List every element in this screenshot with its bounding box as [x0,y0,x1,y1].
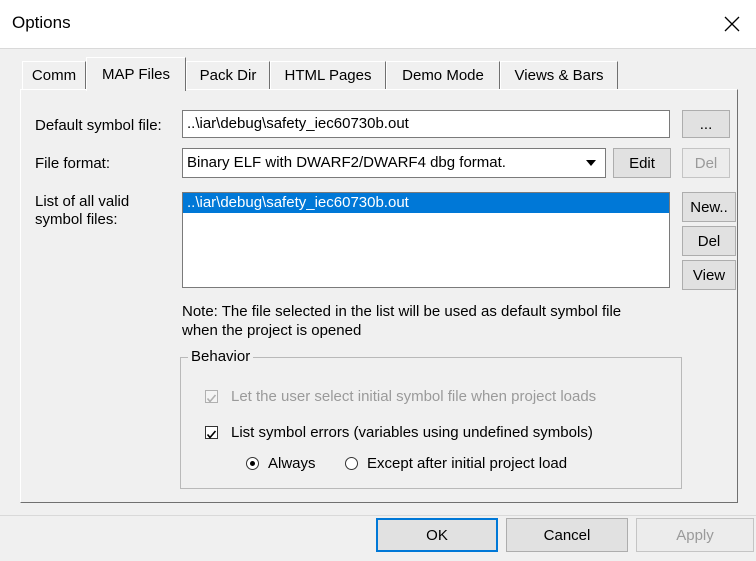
except-after-label: Except after initial project load [367,455,568,472]
file-format-dropdown[interactable] [580,150,602,176]
ok-button[interactable]: OK [376,518,498,552]
file-format-value: Binary ELF with DWARF2/DWARF4 dbg format… [187,154,506,171]
symbol-list-label-line1: List of all valid [35,193,130,210]
always-label: Always [268,455,316,472]
checkmark-icon [206,430,217,439]
view-symbol-button[interactable]: View [682,260,736,290]
symbol-list-label-line2: symbol files: [35,211,118,228]
chevron-down-icon [586,160,596,166]
list-errors-label: List symbol errors (variables using unde… [231,424,593,441]
close-button[interactable] [712,6,752,42]
behavior-group-title: Behavior [188,348,254,365]
except-after-radio[interactable] [345,457,358,470]
window-title: Options [12,13,71,32]
tab-demo-mode[interactable]: Demo Mode [386,61,500,89]
footer-divider [0,515,756,516]
default-symbol-input[interactable]: ..\iar\debug\safety_iec60730b.out [182,110,670,138]
symbol-file-item[interactable]: ..\iar\debug\safety_iec60730b.out [183,193,669,213]
default-symbol-label: Default symbol file: [35,117,162,134]
edit-format-button[interactable]: Edit [613,148,671,178]
note-line2: when the project is opened [182,322,362,339]
symbol-files-list[interactable]: ..\iar\debug\safety_iec60730b.out [182,192,670,288]
title-bar: Options [0,0,756,49]
note-line1: Note: The file selected in the list will… [182,303,622,320]
file-format-select[interactable]: Binary ELF with DWARF2/DWARF4 dbg format… [182,148,606,178]
new-symbol-button[interactable]: New.. [682,192,736,222]
tab-html-pages[interactable]: HTML Pages [270,61,386,89]
radio-selected-dot [250,461,255,466]
close-icon [724,16,740,32]
always-radio[interactable] [246,457,259,470]
let-user-select-label: Let the user select initial symbol file … [231,388,597,405]
apply-button[interactable]: Apply [636,518,754,552]
list-errors-checkbox[interactable] [205,426,218,439]
tab-pack-dir[interactable]: Pack Dir [186,61,270,89]
let-user-select-checkbox[interactable] [205,390,218,403]
del-symbol-button[interactable]: Del [682,226,736,256]
tab-views-bars[interactable]: Views & Bars [500,61,618,89]
browse-button[interactable]: ... [682,110,730,138]
tab-comm[interactable]: Comm [22,61,86,89]
cancel-button[interactable]: Cancel [506,518,628,552]
del-format-button[interactable]: Del [682,148,730,178]
checkmark-icon [206,394,217,403]
file-format-label: File format: [35,155,111,172]
tab-map-files[interactable]: MAP Files [86,57,186,91]
title-divider [0,48,756,49]
